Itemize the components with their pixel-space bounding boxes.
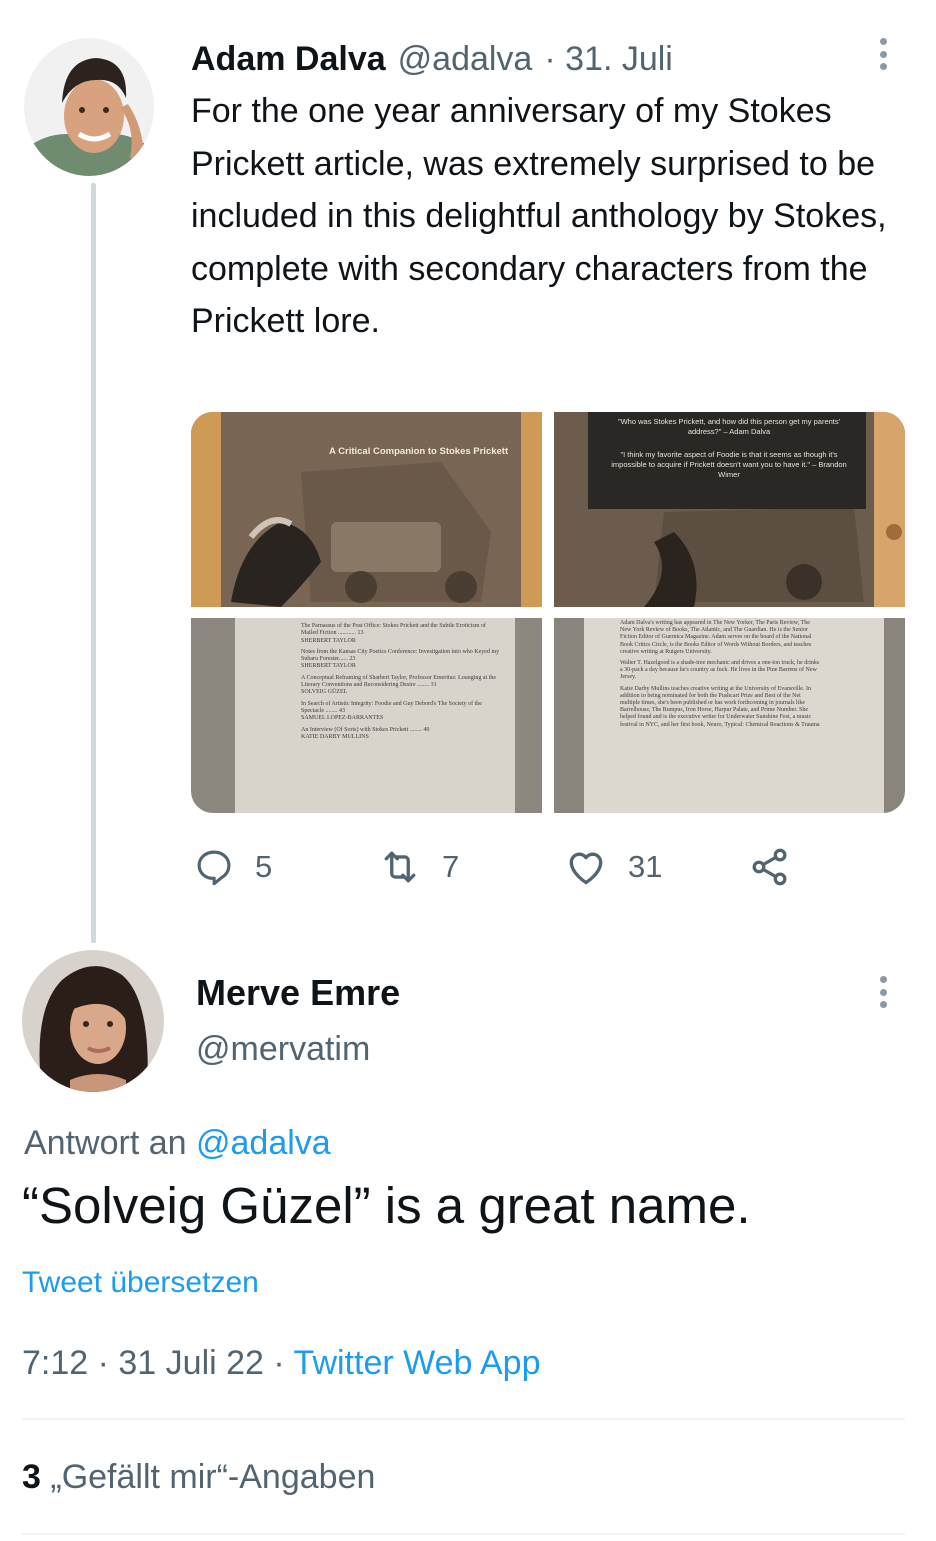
like-count: 31 [628,849,663,884]
media-image-contents[interactable]: The Parnassus of the Post Office: Stokes… [191,618,542,813]
toc-entry: An Interview (Of Sorts) with Stokes Pric… [301,726,430,740]
likes-summary-count: 3 [22,1458,41,1496]
replying-to: Antwort an @adalva [24,1124,331,1163]
cover-title: A Critical Companion to Stokes Prickett [329,446,509,457]
replying-to-handle[interactable]: @adalva [196,1124,331,1162]
tweet-text: For the one year anniversary of my Stoke… [191,92,887,340]
toc-entry: The Parnassus of the Post Office: Stokes… [301,623,486,644]
reply-author-handle[interactable]: @mervatim [196,1030,370,1069]
author-avatar[interactable] [24,38,154,176]
bio-paragraph: Katie Darby Mullins teaches creative wri… [620,685,820,728]
toc-entry: In Search of Artistic Integrity: Foodie … [301,700,482,722]
reply-button[interactable]: 5 [193,844,272,890]
reply-timestamp[interactable]: 7:12 · 31 Juli 22 · [22,1344,285,1382]
tweet-date[interactable]: · 31. Juli [544,40,673,79]
author-handle[interactable]: @adalva [398,40,533,79]
share-button[interactable] [748,844,792,890]
bios-list: Adam Dalva's writing has appeared in The… [620,620,820,729]
author-name[interactable]: Adam Dalva [191,40,386,79]
retweet-count: 7 [442,849,460,884]
reply-more-options-icon[interactable] [880,976,888,1008]
thread-connector-line [91,183,96,943]
reply-meta: 7:12 · 31 Juli 22 · Twitter Web App [22,1344,540,1383]
retweet-button[interactable]: 7 [378,844,459,890]
divider [22,1418,905,1420]
reply-author-name[interactable]: Merve Emre [196,972,400,1014]
media-image-bios[interactable]: Adam Dalva's writing has appeared in The… [554,618,905,813]
reply-author-avatar[interactable] [22,950,164,1092]
retweet-icon [384,851,416,883]
media-image-cover[interactable]: A Critical Companion to Stokes Prickett [191,412,542,607]
more-options-icon[interactable] [880,38,888,70]
like-button[interactable]: 31 [564,844,662,890]
likes-summary[interactable]: 3 „Gefällt mir“-Angaben [22,1458,375,1497]
heart-icon [569,852,603,885]
divider [22,1533,905,1535]
reply-source-link[interactable]: Twitter Web App [294,1344,541,1382]
media-image-back-cover[interactable]: "Who was Stokes Prickett, and how did th… [554,412,905,607]
toc-entry: A Conceptual Reframing of Sharbert Taylo… [301,674,497,696]
toc-list: The Parnassus of the Post Office: Stokes… [301,623,501,741]
media-grid[interactable]: A Critical Companion to Stokes Prickett … [191,412,905,813]
share-icon [752,848,787,886]
replying-to-label: Antwort an [24,1124,187,1162]
reply-count: 5 [255,849,273,884]
reply-text: “Solveig Güzel” is a great name. [22,1177,751,1234]
bio-paragraph: Walter T. Hazelgood is a shade-tree mech… [620,660,820,681]
translate-link[interactable]: Tweet übersetzen [22,1266,259,1300]
bio-paragraph: Adam Dalva's writing has appeared in The… [620,620,812,655]
likes-summary-label: „Gefällt mir“-Angaben [50,1458,376,1496]
back-quote-2: "I think my favorite aspect of Foodie is… [611,450,847,479]
reply-icon [197,850,231,886]
toc-entry: Notes from the Kansas City Poetics Confe… [301,648,500,670]
back-quote-1: "Who was Stokes Prickett, and how did th… [617,417,841,436]
